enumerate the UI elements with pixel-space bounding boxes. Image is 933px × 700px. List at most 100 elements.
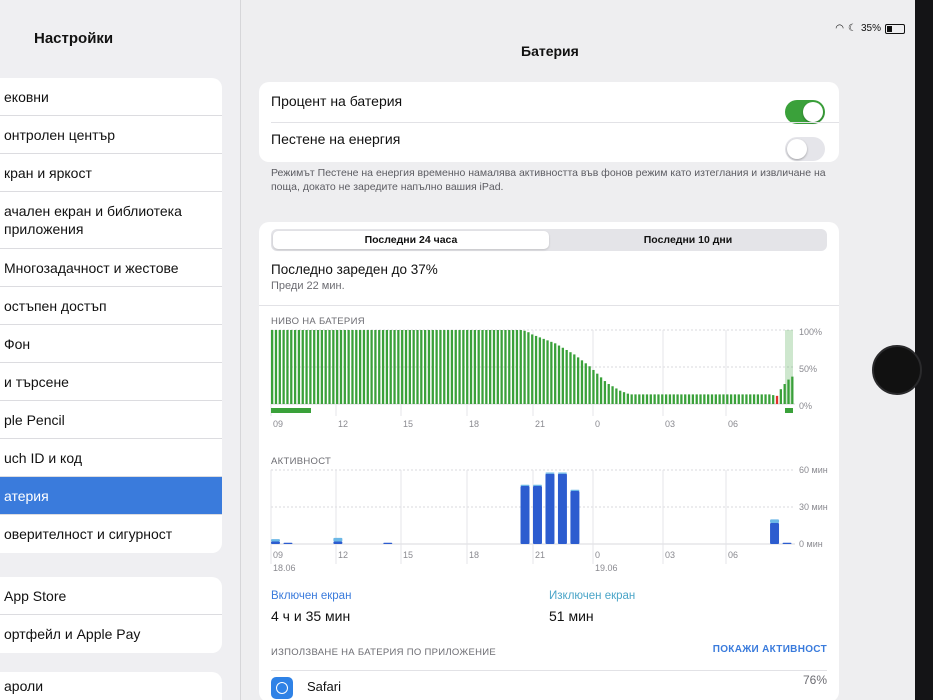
wifi-icon: ◠ xyxy=(835,23,845,34)
battery-bar xyxy=(687,394,691,404)
sidebar-item-touch-id[interactable]: uch ID и код xyxy=(0,439,222,477)
sidebar-item-siri-search[interactable]: и търсене xyxy=(0,363,222,401)
battery-bar xyxy=(722,394,725,404)
battery-bar xyxy=(454,330,457,404)
battery-bar xyxy=(638,394,641,404)
battery-bar xyxy=(661,394,664,404)
battery-bar xyxy=(412,330,415,404)
last-charged-time: Преди 22 мин. xyxy=(271,280,345,292)
battery-bar xyxy=(320,330,324,404)
battery-bar xyxy=(366,330,369,404)
battery-bar xyxy=(557,345,561,404)
battery-bar xyxy=(576,357,580,404)
battery-bar xyxy=(393,330,396,404)
device-bezel xyxy=(915,0,933,700)
x-tick-label: 0 xyxy=(595,550,600,560)
battery-page: ◠ ☾ 35% Батерия Процент на батерия Песте… xyxy=(241,0,915,700)
x-tick-label: 03 xyxy=(665,550,675,560)
battery-bar xyxy=(546,340,549,404)
battery-bar xyxy=(691,394,695,404)
tab-last-10-days[interactable]: Последни 10 дни xyxy=(551,231,825,249)
battery-bar xyxy=(358,330,362,404)
battery-percentage-label: Процент на батерия xyxy=(271,93,403,109)
battery-bar xyxy=(664,394,668,404)
battery-bar xyxy=(710,394,714,404)
settings-sidebar: Настройки ековни онтролен център кран и … xyxy=(0,0,241,700)
battery-bar xyxy=(374,330,377,404)
x-tick-label: 09 xyxy=(273,550,283,560)
divider xyxy=(271,122,839,123)
battery-bar xyxy=(389,330,392,404)
battery-bar xyxy=(561,347,564,404)
sidebar-item-home-screen[interactable]: ачален екран и библиотека приложения xyxy=(0,192,222,249)
battery-bar xyxy=(607,384,610,404)
battery-bar xyxy=(427,330,431,404)
battery-bar xyxy=(450,330,454,404)
home-button xyxy=(872,345,922,395)
toggle-knob xyxy=(803,102,823,122)
battery-bar xyxy=(408,330,411,404)
sidebar-item-display[interactable]: кран и яркост xyxy=(0,154,222,192)
sidebar-item-apple-pencil[interactable]: ple Pencil xyxy=(0,401,222,439)
battery-bar xyxy=(515,330,519,404)
battery-bar xyxy=(588,366,591,404)
period-segmented-control: Последни 24 часа Последни 10 дни xyxy=(271,229,827,251)
activity-bar-screen-on xyxy=(782,542,792,544)
battery-bar xyxy=(630,394,633,404)
sidebar-item-accessibility[interactable]: остъпен достъп xyxy=(0,287,222,325)
activity-bar-screen-on xyxy=(520,486,530,544)
battery-bar xyxy=(477,330,480,404)
activity-bar-screen-on xyxy=(545,473,555,544)
activity-chart: 09 12 15 18 21 0 03 06 18.06 19.06 60 мин 30 мин 0 м… xyxy=(270,465,828,573)
x-tick-label: 06 xyxy=(728,419,738,429)
activity-bar-screen-off xyxy=(533,484,542,487)
activity-bar-screen-off xyxy=(545,472,555,474)
battery-bar xyxy=(278,330,281,404)
show-activity-button[interactable]: ПОКАЖИ АКТИВНОСТ xyxy=(713,644,827,655)
x-tick-label: 06 xyxy=(728,550,738,560)
battery-percentage-toggle[interactable] xyxy=(785,100,825,124)
sidebar-item-battery[interactable]: атерия xyxy=(0,477,222,515)
battery-bar xyxy=(286,330,289,404)
low-power-toggle[interactable] xyxy=(785,137,825,161)
battery-bar xyxy=(741,394,744,404)
battery-bar xyxy=(485,330,488,404)
battery-bar xyxy=(707,394,710,404)
sidebar-title: Настройки xyxy=(34,30,114,47)
battery-bar xyxy=(362,330,366,404)
battery-bar xyxy=(404,330,408,404)
sidebar-item-wallet[interactable]: ортфейл и Apple Pay xyxy=(0,615,222,653)
tab-last-24-hours[interactable]: Последни 24 часа xyxy=(273,231,549,249)
battery-bar xyxy=(401,330,404,404)
battery-bar xyxy=(504,330,507,404)
x-tick-label: 0 xyxy=(595,419,600,429)
sidebar-item-wallpaper[interactable]: Фон xyxy=(0,325,222,363)
battery-bar xyxy=(749,394,752,404)
usage-card: Последни 24 часа Последни 10 дни Последн… xyxy=(259,222,839,700)
battery-bar xyxy=(385,330,389,404)
charging-indicator xyxy=(271,408,311,413)
battery-bar xyxy=(592,369,595,404)
sidebar-item-general[interactable]: ековни xyxy=(0,78,222,116)
activity-bar-screen-on xyxy=(271,541,280,544)
battery-level-chart: 09 12 15 18 21 0 03 06 100% 50% 0% xyxy=(270,327,822,429)
sidebar-item-privacy[interactable]: оверителност и сигурност xyxy=(0,515,222,553)
battery-bar xyxy=(649,394,652,404)
app-usage-row-safari[interactable]: Safari 76% xyxy=(271,670,827,700)
sidebar-item-control-center[interactable]: онтролен център xyxy=(0,116,222,154)
screen-off-label: Изключен екран xyxy=(549,590,636,602)
battery-bar xyxy=(527,332,530,404)
y-tick-label: 0% xyxy=(799,401,812,411)
y-tick-label: 60 мин xyxy=(799,465,828,475)
battery-bar xyxy=(599,377,603,404)
sidebar-group-store: App Store ортфейл и Apple Pay xyxy=(0,577,222,653)
battery-bar xyxy=(301,330,304,404)
sidebar-item-app-store[interactable]: App Store xyxy=(0,577,222,615)
sidebar-item-multitasking[interactable]: Многозадачност и жестове xyxy=(0,249,222,287)
sidebar-item-passwords[interactable]: ароли xyxy=(0,672,222,700)
battery-bar xyxy=(339,330,343,404)
battery-bar xyxy=(420,330,423,404)
activity-bar-screen-on xyxy=(283,542,293,544)
screen-off-value: 51 мин xyxy=(549,608,594,624)
battery-bar xyxy=(416,330,419,404)
